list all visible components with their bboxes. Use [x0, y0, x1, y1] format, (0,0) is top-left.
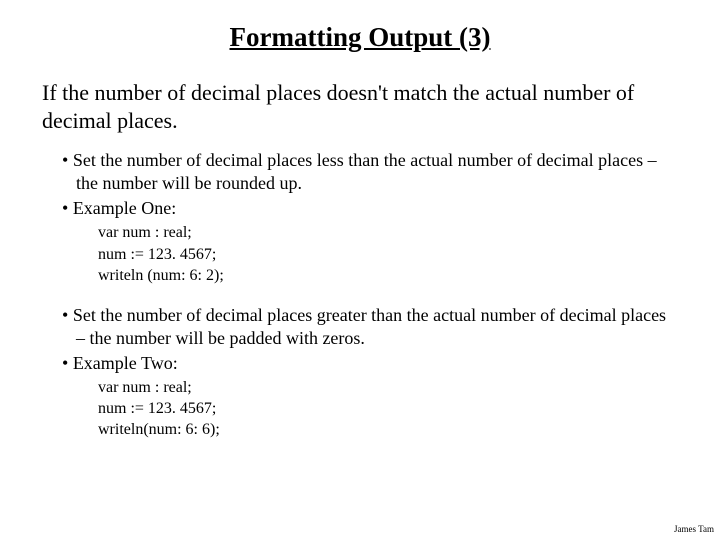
intro-text: If the number of decimal places doesn't …: [42, 79, 678, 135]
bullet-desc-1: Set the number of decimal places less th…: [42, 149, 678, 195]
bullet-example-label-2: Example Two:: [42, 352, 678, 375]
slide-content: Formatting Output (3) If the number of d…: [0, 0, 720, 440]
code-block-1: var num : real; num := 123. 4567; writel…: [42, 222, 678, 285]
footer-author: James Tam: [674, 524, 714, 534]
slide-title: Formatting Output (3): [42, 22, 678, 53]
code-block-2: var num : real; num := 123. 4567; writel…: [42, 377, 678, 440]
bullet-example-label-1: Example One:: [42, 197, 678, 220]
bullet-desc-2: Set the number of decimal places greater…: [42, 304, 678, 350]
